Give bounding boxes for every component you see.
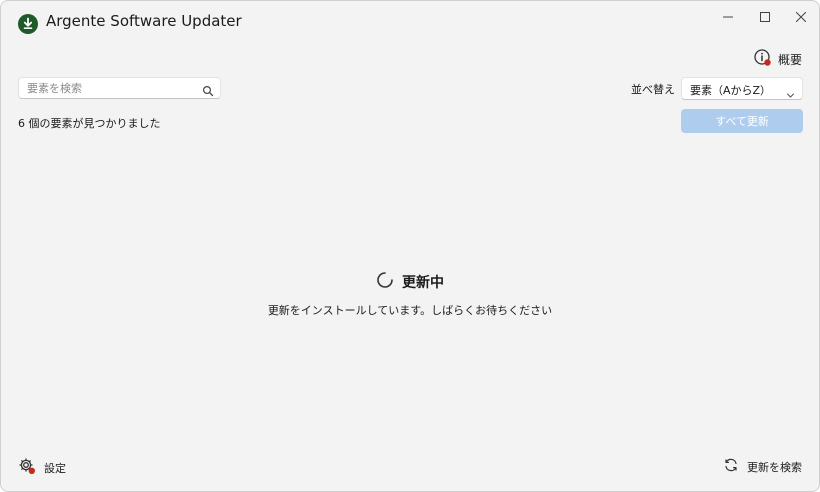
status-title: 更新中 xyxy=(402,275,444,291)
close-icon xyxy=(796,12,806,22)
about-label: 概要 xyxy=(777,53,802,67)
results-count: 6 個の要素が見つかりました xyxy=(18,117,161,130)
sort-label: 並べ替え xyxy=(631,83,675,96)
spinner-icon xyxy=(376,271,394,293)
maximize-button[interactable] xyxy=(748,7,782,27)
settings-button[interactable]: 設定 xyxy=(18,457,66,478)
search-icon[interactable] xyxy=(202,82,214,101)
update-all-button[interactable]: すべて更新 xyxy=(681,109,803,133)
app-window: Argente Software Updater 概要 要素を検索 並べ替え 要… xyxy=(0,0,820,492)
minimize-icon xyxy=(723,12,733,22)
maximize-icon xyxy=(760,12,770,22)
status-heading: 更新中 xyxy=(376,271,444,293)
check-updates-label: 更新を検索 xyxy=(747,460,802,474)
download-icon xyxy=(18,14,38,34)
about-button[interactable]: 概要 xyxy=(754,49,802,70)
gear-icon xyxy=(18,457,36,478)
title-bar: Argente Software Updater xyxy=(1,1,819,45)
app-title: Argente Software Updater xyxy=(46,12,242,30)
sort-selected-value: 要素（AからZ） xyxy=(690,84,772,97)
status-subtitle: 更新をインストールしています。しばらくお待ちください xyxy=(267,304,553,317)
sort-dropdown[interactable]: 要素（AからZ） xyxy=(681,77,803,100)
search-box[interactable] xyxy=(18,77,221,99)
minimize-button[interactable] xyxy=(711,7,745,27)
chevron-down-icon xyxy=(786,85,795,104)
info-icon xyxy=(754,49,772,70)
settings-label: 設定 xyxy=(44,461,66,475)
refresh-icon xyxy=(723,457,739,476)
search-input[interactable] xyxy=(19,78,207,98)
check-updates-button[interactable]: 更新を検索 xyxy=(723,457,802,476)
close-button[interactable] xyxy=(784,7,818,27)
update-status: 更新中 更新をインストールしています。しばらくお待ちください xyxy=(1,271,819,318)
